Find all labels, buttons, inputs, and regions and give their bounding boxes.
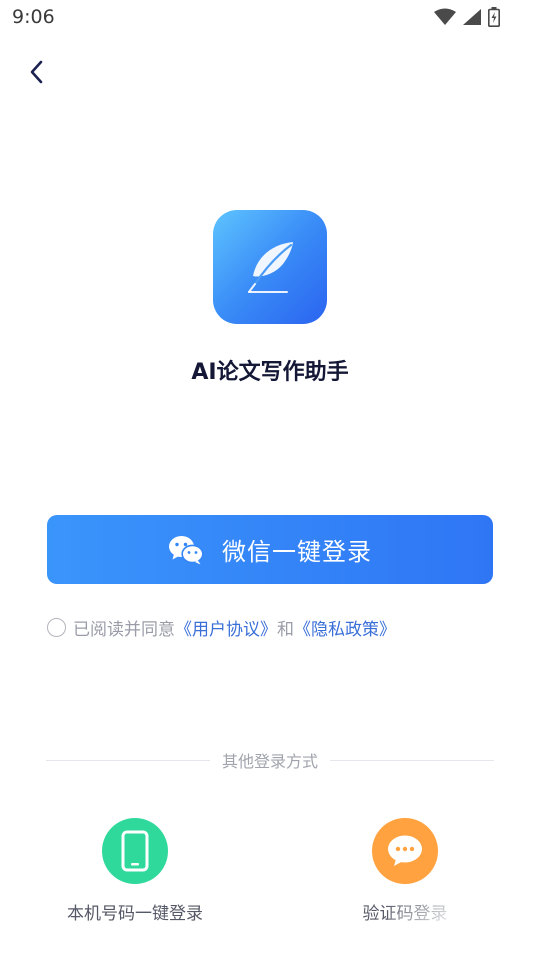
user-agreement-link[interactable]: 《用户协议》 bbox=[175, 615, 277, 640]
watermark-overlay bbox=[388, 900, 478, 960]
other-login-divider: 其他登录方式 bbox=[46, 748, 495, 772]
divider-line-right bbox=[330, 759, 495, 761]
code-login-circle bbox=[372, 818, 438, 884]
chat-bubble-icon bbox=[388, 835, 422, 866]
agreement-conjunction: 和 bbox=[277, 619, 294, 640]
back-button[interactable] bbox=[22, 55, 54, 89]
phone-login-circle bbox=[102, 818, 168, 884]
phone-login-option[interactable]: 本机号码一键登录 bbox=[55, 818, 215, 924]
status-bar: 9:06 bbox=[0, 0, 540, 36]
other-login-title: 其他登录方式 bbox=[222, 752, 319, 771]
wechat-login-button[interactable]: 微信一键登录 bbox=[47, 515, 493, 584]
app-logo bbox=[213, 210, 327, 324]
privacy-policy-link[interactable]: 《隐私政策》 bbox=[294, 615, 396, 640]
signal-icon bbox=[463, 9, 481, 25]
wechat-icon bbox=[169, 535, 204, 564]
app-name: AI论文写作助手 bbox=[191, 360, 349, 385]
wifi-icon bbox=[434, 8, 456, 25]
battery-icon bbox=[488, 7, 500, 27]
divider-line-left bbox=[46, 759, 210, 761]
wechat-login-label: 微信一键登录 bbox=[222, 538, 372, 566]
phone-login-label: 本机号码一键登录 bbox=[67, 904, 203, 924]
feather-icon bbox=[248, 242, 293, 293]
status-icons bbox=[434, 7, 500, 27]
chevron-left-icon bbox=[30, 60, 43, 84]
agreement-prefix: 已阅读并同意 bbox=[73, 619, 175, 640]
phone-icon bbox=[121, 830, 149, 872]
status-time: 9:06 bbox=[12, 6, 55, 28]
agreement-row: 已阅读并同意 《用户协议》 和 《隐私政策》 bbox=[47, 614, 396, 640]
agreement-checkbox[interactable] bbox=[47, 617, 66, 637]
